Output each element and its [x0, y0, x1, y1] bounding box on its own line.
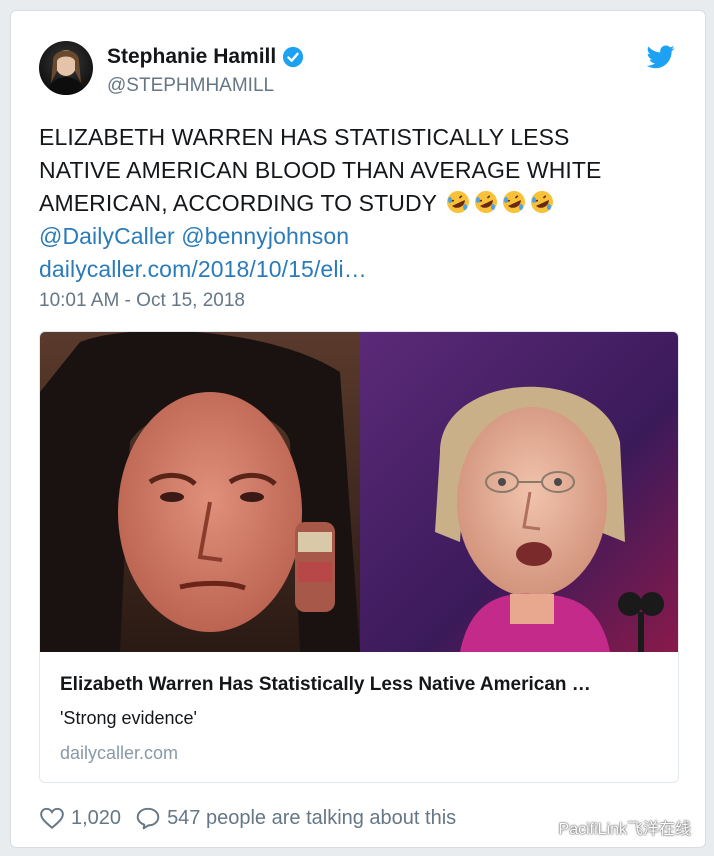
watermark-text: PacifiLink飞洋在线: [558, 821, 691, 838]
twitter-bird-icon[interactable]: [647, 45, 675, 69]
emoji-group: [445, 189, 555, 215]
tweet-timestamp[interactable]: 10:01 AM - Oct 15, 2018: [39, 290, 245, 312]
verified-badge-icon: [283, 46, 304, 68]
link-preview-card[interactable]: Elizabeth Warren Has Statistically Less …: [39, 331, 679, 783]
tweet-url-link[interactable]: dailycaller.com/2018/10/15/eli…: [39, 253, 689, 286]
tweet-actions: 1,020 547 people are talking about this: [39, 805, 456, 831]
tweet-mentions: @DailyCaller @bennyjohnson: [39, 220, 689, 253]
rofl-emoji-icon: [503, 191, 526, 213]
tweet-card: Stephanie Hamill @STEPHMHAMILL ELIZABETH…: [10, 10, 706, 848]
reply-conversation-button[interactable]: 547 people are talking about this: [135, 805, 456, 831]
rofl-emoji-icon: [531, 191, 554, 213]
rofl-emoji-icon: [447, 191, 470, 213]
card-preview-image[interactable]: [40, 332, 678, 652]
card-body[interactable]: Elizabeth Warren Has Statistically Less …: [40, 652, 678, 782]
heart-icon: [40, 807, 64, 830]
display-name[interactable]: Stephanie Hamill: [107, 45, 276, 69]
card-title[interactable]: Elizabeth Warren Has Statistically Less …: [60, 674, 660, 696]
mention-bennyjohnson-link[interactable]: @bennyjohnson: [181, 223, 349, 249]
wechat-icon: [530, 818, 553, 835]
tweet-text: ELIZABETH WARREN HAS STATISTICALLY LESS …: [39, 121, 689, 286]
speech-bubble-icon: [136, 807, 160, 830]
tweet-text-line-2: NATIVE AMERICAN BLOOD THAN AVERAGE WHITE: [39, 157, 602, 183]
like-button[interactable]: 1,020: [39, 805, 121, 831]
mention-dailycaller-link[interactable]: @DailyCaller: [39, 223, 175, 249]
tweet-text-line-1: ELIZABETH WARREN HAS STATISTICALLY LESS: [39, 124, 570, 150]
tweet-text-line-3: AMERICAN, ACCORDING TO STUDY: [39, 187, 689, 220]
talking-count-text: 547 people are talking about this: [167, 806, 457, 829]
rofl-emoji-icon: [475, 191, 498, 213]
card-domain: dailycaller.com: [60, 743, 179, 763]
tweet-text-line-3-text: AMERICAN, ACCORDING TO STUDY: [39, 190, 438, 216]
user-handle[interactable]: @STEPHMHAMILL: [107, 75, 274, 97]
card-description: 'Strong evidence': [60, 708, 197, 728]
avatar[interactable]: [39, 41, 93, 95]
watermark: PacifiLink飞洋在线: [530, 815, 691, 839]
like-count: 1,020: [71, 806, 122, 829]
